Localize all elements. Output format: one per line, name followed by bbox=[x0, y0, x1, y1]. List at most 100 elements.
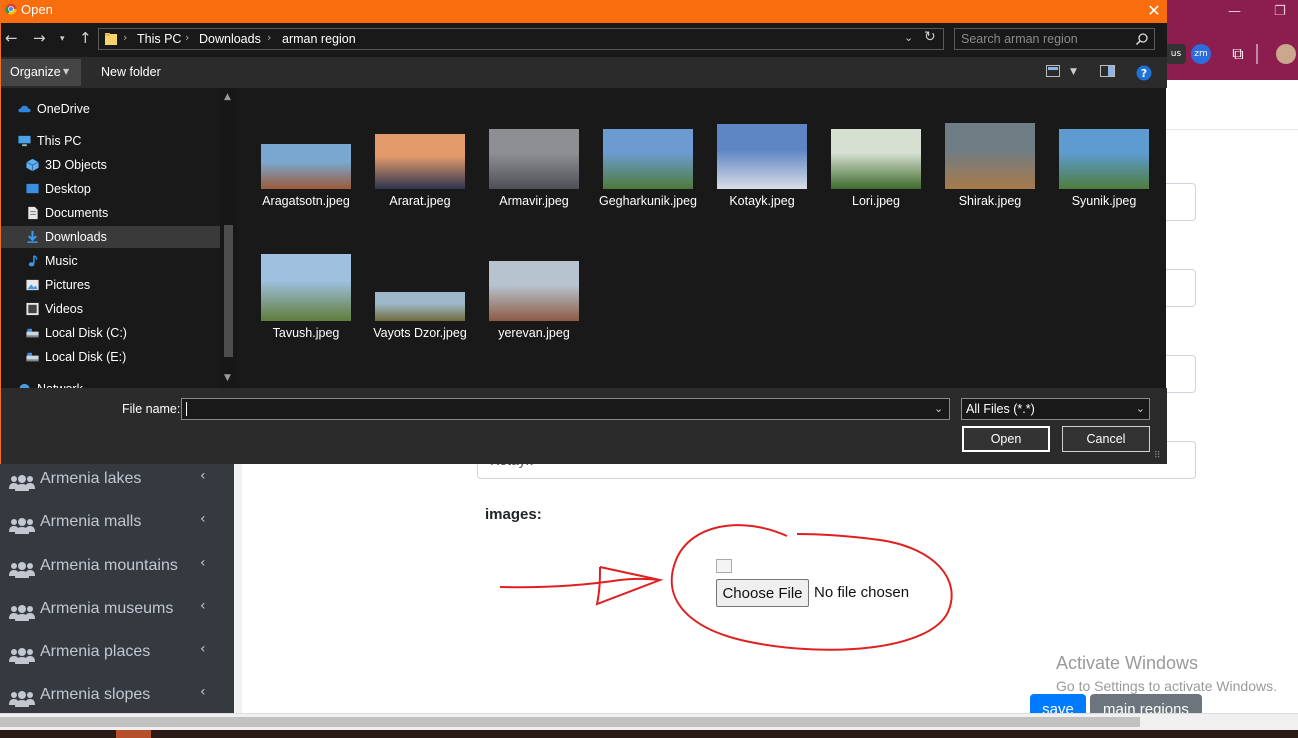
dialog-close-button[interactable]: ✕ bbox=[1141, 0, 1167, 23]
image-thumbnail bbox=[1059, 129, 1149, 189]
sidebar-item-armenia-museums[interactable]: Armenia museums ‹ bbox=[0, 596, 234, 636]
us-extension-icon[interactable]: us bbox=[1166, 44, 1186, 64]
file-type-value: All Files (*.*) bbox=[966, 402, 1035, 416]
breadcrumb-downloads[interactable]: Downloads bbox=[199, 32, 261, 46]
cancel-button[interactable]: Cancel bbox=[1062, 426, 1150, 452]
sidebar-item-armenia-malls[interactable]: Armenia malls ‹ bbox=[0, 509, 234, 549]
recent-locations-chevron-icon[interactable]: ▾ bbox=[60, 34, 65, 44]
file-name-label: Aragatsotn.jpeg bbox=[262, 194, 350, 208]
file-item[interactable]: Syunik.jpeg bbox=[1049, 101, 1159, 221]
image-thumbnail bbox=[489, 261, 579, 321]
file-name-field[interactable]: ⌄ bbox=[181, 398, 950, 420]
nav-item-music[interactable]: Music bbox=[1, 250, 220, 272]
chrome-app-icon bbox=[5, 3, 17, 15]
navigation-pane: OneDrive This PC 3D Objects Desktop Document… bbox=[1, 88, 220, 388]
address-dropdown-icon[interactable]: ⌄ bbox=[904, 31, 913, 44]
image-thumbnail bbox=[261, 144, 351, 189]
scroll-thumb[interactable] bbox=[0, 717, 1140, 727]
page-topbar bbox=[1166, 80, 1298, 130]
profile-avatar[interactable] bbox=[1276, 44, 1296, 64]
view-dropdown-icon[interactable]: ▼ bbox=[1070, 67, 1077, 77]
file-type-select[interactable]: All Files (*.*) ⌄ bbox=[961, 398, 1150, 420]
chevron-left-icon: ‹ bbox=[200, 684, 206, 700]
preview-pane-icon[interactable] bbox=[1100, 65, 1115, 77]
file-item[interactable]: Aragatsotn.jpeg bbox=[251, 101, 361, 221]
dialog-title: Open bbox=[21, 2, 53, 17]
navigation-pane-scrollbar[interactable]: ▲ ▼ bbox=[220, 88, 237, 388]
sidebar-item-armenia-places[interactable]: Armenia places ‹ bbox=[0, 639, 234, 679]
nav-item-documents[interactable]: Documents bbox=[1, 202, 220, 224]
nav-item-desktop[interactable]: Desktop bbox=[1, 178, 220, 200]
file-item[interactable]: Ararat.jpeg bbox=[365, 101, 475, 221]
choose-file-button[interactable]: Choose File bbox=[716, 579, 809, 607]
file-item[interactable]: Gegharkunik.jpeg bbox=[593, 101, 703, 221]
restore-button[interactable]: ❐ bbox=[1274, 4, 1286, 19]
nav-item-3d-objects[interactable]: 3D Objects bbox=[1, 154, 220, 176]
file-name-label: Vayots Dzor.jpeg bbox=[373, 326, 467, 340]
back-arrow-icon[interactable]: ← bbox=[5, 29, 18, 47]
nav-item-label: Desktop bbox=[45, 182, 91, 196]
no-file-status: No file chosen bbox=[814, 584, 910, 601]
breadcrumb-this-pc[interactable]: This PC bbox=[137, 32, 181, 46]
puzzle-icon[interactable]: ⧉ bbox=[1228, 44, 1248, 64]
new-folder-button[interactable]: New folder bbox=[101, 65, 161, 79]
breadcrumb-separator-icon: › bbox=[267, 31, 272, 44]
nav-item-local-disk-e[interactable]: Local Disk (E:) bbox=[1, 346, 220, 368]
nav-item-label: Downloads bbox=[45, 230, 107, 244]
refresh-icon[interactable]: ↻ bbox=[924, 29, 936, 45]
nav-item-local-disk-c[interactable]: Local Disk (C:) bbox=[1, 322, 220, 344]
file-item[interactable]: Armavir.jpeg bbox=[479, 101, 589, 221]
nav-item-onedrive[interactable]: OneDrive bbox=[1, 98, 220, 120]
nav-item-label: Music bbox=[45, 254, 78, 268]
nav-item-this-pc[interactable]: This PC bbox=[1, 130, 220, 152]
forward-arrow-icon[interactable]: → bbox=[33, 29, 46, 47]
file-name-label: yerevan.jpeg bbox=[498, 326, 570, 340]
file-item[interactable]: Tavush.jpeg bbox=[251, 233, 361, 353]
organize-button[interactable]: Organize ▼ bbox=[1, 59, 81, 86]
up-arrow-icon[interactable]: ↑ bbox=[79, 29, 92, 47]
dialog-footer: File name: ⌄ All Files (*.*) ⌄ Open Canc… bbox=[1, 388, 1167, 464]
horizontal-scrollbar[interactable] bbox=[0, 713, 1298, 730]
search-icon[interactable] bbox=[1135, 32, 1149, 46]
resize-grip-icon[interactable]: ⠿ bbox=[1154, 451, 1161, 461]
file-name-input[interactable] bbox=[186, 401, 926, 417]
nav-item-network[interactable]: Network bbox=[1, 378, 220, 388]
file-name-dropdown-icon[interactable]: ⌄ bbox=[934, 402, 943, 415]
address-bar[interactable]: › This PC › Downloads › arman region ⌄ ↻ bbox=[98, 28, 944, 50]
minimize-button[interactable]: — bbox=[1228, 4, 1241, 19]
zm-extension-icon[interactable]: zm bbox=[1191, 44, 1211, 64]
organize-label: Organize bbox=[10, 65, 61, 79]
breadcrumb-arman-region[interactable]: arman region bbox=[282, 32, 356, 46]
nav-item-videos[interactable]: Videos bbox=[1, 298, 220, 320]
image-thumbnail bbox=[945, 123, 1035, 189]
activate-windows-watermark: Activate Windows Go to Settings to activ… bbox=[1056, 653, 1277, 694]
help-icon[interactable]: ? bbox=[1136, 65, 1152, 81]
view-options-icon[interactable] bbox=[1046, 65, 1060, 77]
scroll-down-icon[interactable]: ▼ bbox=[224, 373, 231, 383]
video-icon bbox=[26, 302, 39, 316]
file-item[interactable]: Shirak.jpeg bbox=[935, 101, 1045, 221]
download-icon bbox=[27, 230, 38, 243]
search-box[interactable] bbox=[954, 28, 1155, 50]
file-name-label: Gegharkunik.jpeg bbox=[599, 194, 697, 208]
chevron-left-icon: ‹ bbox=[200, 468, 206, 484]
sidebar-item-armenia-mountains[interactable]: Armenia mountains ‹ bbox=[0, 553, 234, 593]
nav-item-downloads[interactable]: Downloads bbox=[1, 226, 220, 248]
users-icon bbox=[9, 648, 35, 664]
text-caret bbox=[186, 402, 187, 416]
scroll-up-icon[interactable]: ▲ bbox=[224, 92, 231, 102]
nav-item-pictures[interactable]: Pictures bbox=[1, 274, 220, 296]
file-item[interactable]: Lori.jpeg bbox=[821, 101, 931, 221]
file-item[interactable]: Kotayk.jpeg bbox=[707, 101, 817, 221]
file-item[interactable]: yerevan.jpeg bbox=[479, 233, 589, 353]
search-input[interactable] bbox=[961, 31, 1131, 47]
thumbnail-frame bbox=[593, 101, 703, 189]
sidebar-item-armenia-lakes[interactable]: Armenia lakes ‹ bbox=[0, 466, 234, 506]
taskbar-active-app[interactable] bbox=[116, 730, 151, 738]
file-item[interactable]: Vayots Dzor.jpeg bbox=[365, 233, 475, 353]
sidebar-scrollbar[interactable] bbox=[234, 463, 242, 718]
svg-text:?: ? bbox=[1141, 67, 1147, 80]
dialog-titlebar[interactable]: Open ✕ bbox=[1, 0, 1167, 23]
open-button[interactable]: Open bbox=[962, 426, 1050, 452]
scroll-thumb[interactable] bbox=[224, 225, 233, 357]
